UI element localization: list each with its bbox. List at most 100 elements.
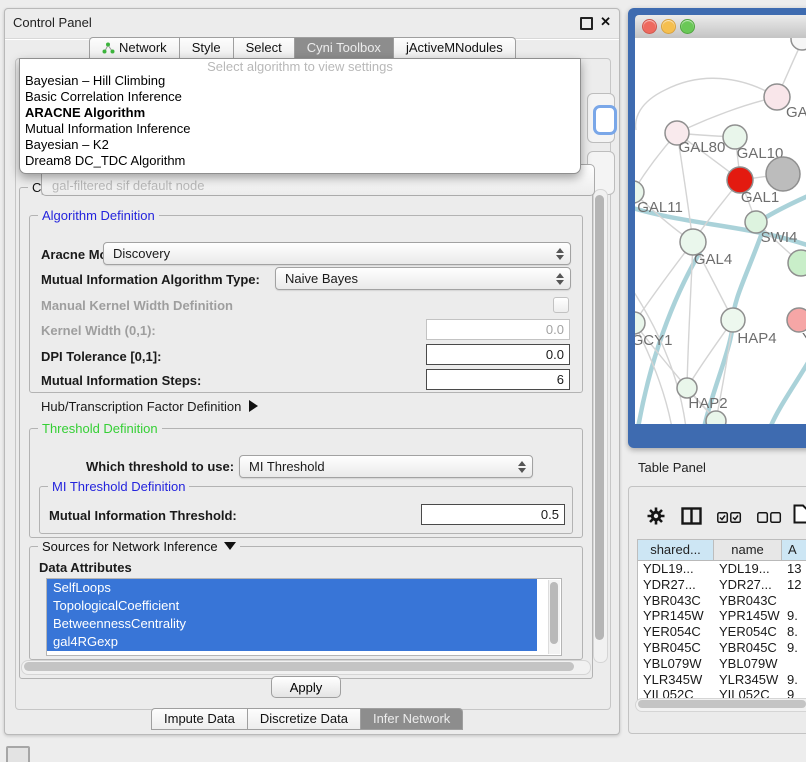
network-icon — [102, 42, 115, 54]
table-row[interactable]: YPR145WYPR145W9. — [638, 608, 806, 624]
table-cell: YBL079W — [714, 656, 782, 672]
dpi-tolerance-field[interactable]: 0.0 — [426, 344, 570, 365]
combo-stepper-icon — [517, 460, 526, 474]
group-title: Threshold Definition — [38, 421, 162, 436]
tab-jactivemnodules[interactable]: jActiveMNodules — [394, 37, 516, 59]
close-icon[interactable]: ✕ — [600, 14, 611, 30]
docked-panel-icon[interactable] — [6, 746, 30, 762]
network-window-titlebar[interactable] — [635, 15, 806, 39]
table-cell: YBR045C — [638, 640, 714, 656]
table-body: YDL19...YDL19...13YDR27...YDR27...12YBR0… — [638, 561, 806, 703]
algorithm-option[interactable]: Bayesian – K2 — [20, 137, 580, 153]
algorithm-option[interactable]: Dream8 DC_TDC Algorithm — [20, 153, 580, 169]
gear-icon[interactable] — [647, 507, 665, 525]
node-label: GAL4 — [694, 251, 732, 268]
table-cell: YER054C — [714, 624, 782, 640]
column-header-shared-name[interactable]: shared... — [638, 540, 714, 560]
table-row[interactable]: YBR045CYBR045C9. — [638, 640, 806, 656]
network-node[interactable] — [766, 157, 800, 191]
which-threshold-combo[interactable]: MI Threshold — [239, 455, 533, 478]
algorithm-option[interactable]: Bayesian – Hill Climbing — [20, 73, 580, 89]
group-title: MI Threshold Definition — [48, 479, 189, 494]
group-title: Algorithm Definition — [38, 208, 159, 223]
network-graph: GALGAL80GAL10GAL1GAL11SWI4GAL4GCY1HAP4YH… — [635, 38, 806, 424]
table-row[interactable]: YER054CYER054C8. — [638, 624, 806, 640]
attribute-list-item[interactable]: SelfLoops — [47, 579, 537, 597]
deselect-all-icon[interactable] — [757, 512, 782, 523]
minimize-traffic-light-icon[interactable] — [661, 19, 676, 34]
close-traffic-light-icon[interactable] — [642, 19, 657, 34]
table-cell: 12 — [782, 577, 806, 593]
sources-group-title[interactable]: Sources for Network Inference — [38, 539, 240, 554]
network-node-hap4[interactable] — [721, 308, 745, 332]
tab-select[interactable]: Select — [234, 37, 295, 59]
mi-type-label: Mutual Information Algorithm Type: — [41, 272, 260, 287]
algorithm-popup-placeholder: Select algorithm to view settings — [20, 59, 580, 73]
obscured-focused-combo-fragment — [593, 105, 617, 135]
tab-infer-network[interactable]: Infer Network — [361, 708, 463, 730]
data-attributes-list[interactable]: SelfLoopsTopologicalCoefficientBetweenne… — [46, 578, 562, 656]
table-panel: shared... name A YDL19...YDL19...13YDR27… — [628, 486, 806, 734]
table-cell: 13 — [782, 561, 806, 577]
algorithm-option[interactable]: ARACNE Algorithm — [20, 105, 580, 121]
column-header-partial[interactable]: A — [782, 540, 806, 560]
manual-kernel-checkbox[interactable] — [553, 297, 569, 313]
table-row[interactable]: YBL079WYBL079W — [638, 656, 806, 672]
table-cell: YBR043C — [638, 593, 714, 609]
attribute-list-item[interactable]: TopologicalCoefficient — [47, 597, 537, 615]
node-table: shared... name A YDL19...YDL19...13YDR27… — [637, 539, 806, 704]
data-attributes-label: Data Attributes — [39, 560, 132, 575]
table-row[interactable]: YBR043CYBR043C — [638, 593, 806, 609]
attribute-list-item[interactable]: BetweennessCentrality — [47, 615, 537, 633]
select-all-icon[interactable] — [717, 512, 742, 523]
hub-definition-expander[interactable]: Hub/Transcription Factor Definition — [41, 399, 258, 414]
settings-horizontal-scrollbar[interactable] — [21, 660, 591, 675]
zoom-traffic-light-icon[interactable] — [680, 19, 695, 34]
control-panel-tabs: Network Style Select Cyni Toolbox jActiv… — [89, 37, 516, 59]
expand-right-icon — [249, 400, 258, 412]
network-node[interactable] — [706, 411, 726, 424]
split-view-icon[interactable] — [681, 507, 702, 525]
table-cell — [782, 593, 806, 609]
tab-style[interactable]: Style — [180, 37, 234, 59]
apply-button[interactable]: Apply — [271, 676, 341, 698]
tab-cyni-toolbox[interactable]: Cyni Toolbox — [295, 37, 394, 59]
aracne-mode-combo[interactable]: Discovery — [103, 242, 571, 265]
tab-network[interactable]: Network — [89, 37, 180, 59]
tab-impute-data[interactable]: Impute Data — [151, 708, 248, 730]
algorithm-dropdown-popup: Select algorithm to view settings Bayesi… — [19, 58, 581, 174]
table-cell: YPR145W — [714, 608, 782, 624]
attribute-list-item[interactable]: gal4RGexp — [47, 633, 537, 651]
network-canvas[interactable]: GALGAL80GAL10GAL1GAL11SWI4GAL4GCY1HAP4YH… — [635, 38, 806, 424]
node-label: SWI4 — [761, 229, 798, 246]
tab-discretize-data[interactable]: Discretize Data — [248, 708, 361, 730]
algorithm-popup-list: Bayesian – Hill ClimbingBasic Correlatio… — [20, 73, 580, 169]
settings-vertical-scrollbar[interactable] — [593, 189, 608, 663]
combo-stepper-icon — [555, 247, 564, 261]
node-label: Y — [802, 330, 806, 347]
mi-threshold-field[interactable]: 0.5 — [421, 504, 565, 525]
table-row[interactable]: YDR27...YDR27...12 — [638, 577, 806, 593]
table-cell — [782, 656, 806, 672]
which-threshold-label: Which threshold to use: — [86, 459, 234, 474]
network-node[interactable] — [788, 250, 806, 276]
table-row[interactable]: YLR345WYLR345W9. — [638, 672, 806, 688]
node-label: GAL11 — [637, 199, 683, 216]
new-column-icon[interactable] — [793, 504, 806, 524]
table-row[interactable]: YDL19...YDL19...13 — [638, 561, 806, 577]
table-cell: YLR345W — [714, 672, 782, 688]
node-label: HAP4 — [737, 330, 776, 347]
list-scrollbar[interactable] — [548, 580, 560, 654]
table-cell: 9. — [782, 640, 806, 656]
float-window-icon[interactable] — [580, 17, 593, 30]
mi-steps-field[interactable]: 6 — [426, 369, 570, 390]
algorithm-option[interactable]: Mutual Information Inference — [20, 121, 580, 137]
node-label: GAL80 — [679, 139, 726, 156]
network-node[interactable] — [791, 38, 806, 50]
column-header-name[interactable]: name — [714, 540, 782, 560]
table-horizontal-scrollbar[interactable] — [635, 698, 806, 712]
mi-algorithm-type-combo[interactable]: Naive Bayes — [275, 267, 571, 290]
algorithm-option[interactable]: Basic Correlation Inference — [20, 89, 580, 105]
network-node-gcy1[interactable] — [635, 312, 645, 334]
network-node-y[interactable] — [787, 308, 806, 332]
